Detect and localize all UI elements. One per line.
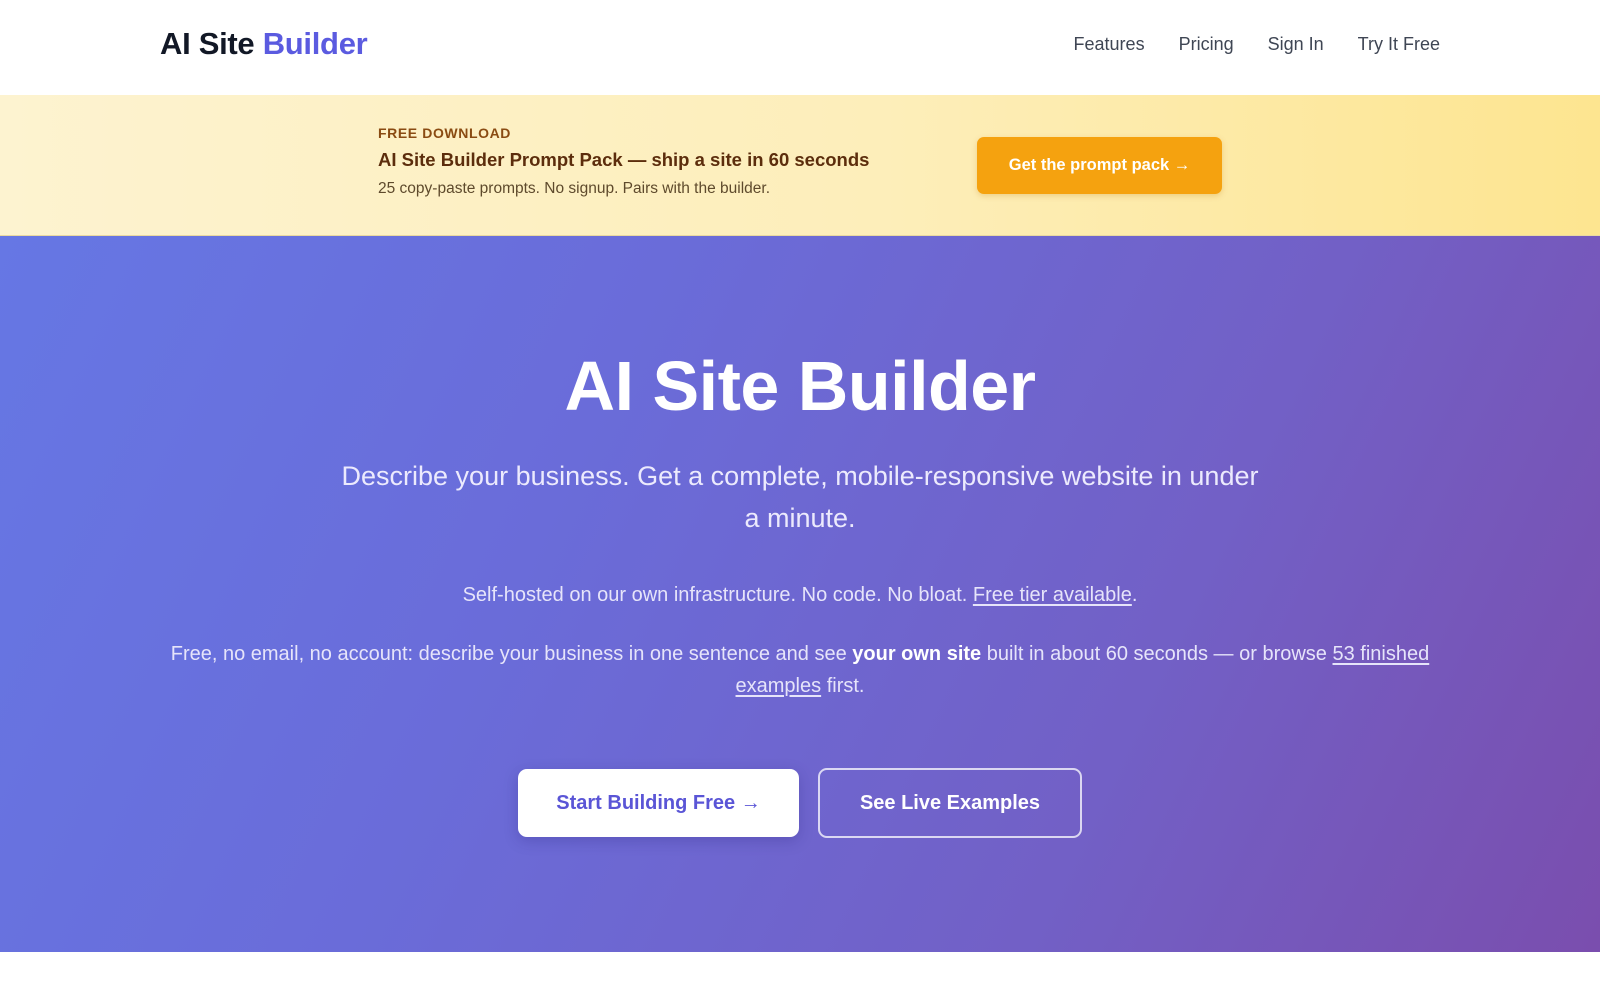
hero-cta-text-1: Free, no email, no account: describe you… <box>170 643 847 665</box>
start-building-free-button[interactable]: Start Building Free → <box>518 769 799 837</box>
logo-accent-text: Builder <box>262 26 368 61</box>
hero-cta-text-3: first. <box>826 675 865 697</box>
free-tier-link[interactable]: Free tier available <box>973 584 1132 606</box>
main-nav: Features Pricing Sign In Try It Free <box>1074 34 1440 55</box>
nav-try-free-link[interactable]: Try It Free <box>1358 34 1440 55</box>
site-header: AI Site Builder Features Pricing Sign In… <box>0 0 1600 95</box>
nav-features-link[interactable]: Features <box>1074 34 1145 55</box>
get-prompt-pack-button[interactable]: Get the prompt pack → <box>977 137 1222 194</box>
promo-subtitle: 25 copy-paste prompts. No signup. Pairs … <box>378 180 771 197</box>
nav-pricing-link[interactable]: Pricing <box>1179 34 1234 55</box>
promo-text-block: FREE DOWNLOAD AI Site Builder Prompt Pac… <box>378 125 938 198</box>
hero-note-text: Self-hosted on our own infrastructure. N… <box>462 584 968 606</box>
hero-title: AI Site Builder <box>564 347 1036 425</box>
logo-primary-text: AI Site <box>160 26 255 61</box>
logo[interactable]: AI Site Builder <box>160 26 368 62</box>
promo-kicker: FREE DOWNLOAD <box>378 125 512 141</box>
hero-button-row: Start Building Free → See Live Examples <box>0 768 1600 838</box>
hero-note-end: . <box>1131 584 1138 606</box>
page: AI Site Builder Features Pricing Sign In… <box>0 0 1600 1000</box>
hero-cta-strong: your own site <box>852 643 982 665</box>
hero-cta-text-2: built in about 60 seconds — or browse <box>986 643 1327 665</box>
hero-section: AI Site Builder Describe your business. … <box>0 236 1600 952</box>
hero-subtitle: Describe your business. Get a complete, … <box>341 461 1259 533</box>
below-hero-area <box>0 952 1600 1000</box>
see-live-examples-button[interactable]: See Live Examples <box>818 768 1082 838</box>
hero-note: Self-hosted on our own infrastructure. N… <box>0 584 1600 607</box>
promo-title: AI Site Builder Prompt Pack — ship a sit… <box>378 149 870 170</box>
nav-sign-in-link[interactable]: Sign In <box>1268 34 1324 55</box>
hero-cta-paragraph: Free, no email, no account: describe you… <box>160 638 1440 702</box>
promo-banner: FREE DOWNLOAD AI Site Builder Prompt Pac… <box>0 95 1600 236</box>
